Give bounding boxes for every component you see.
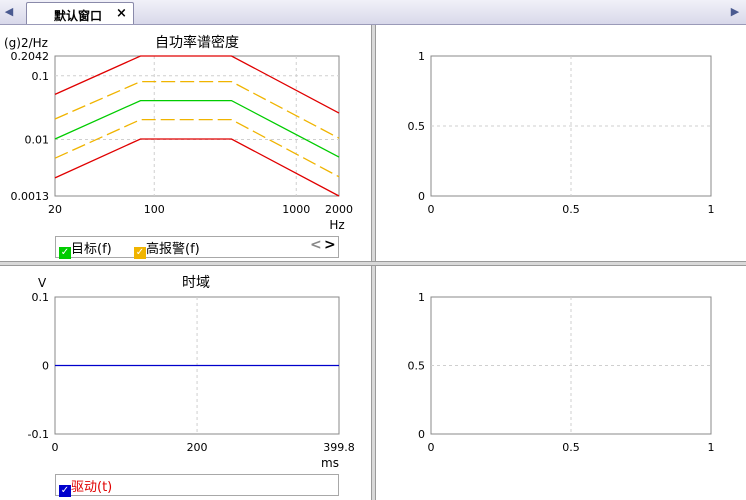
- y-tick-label: 0.1: [32, 70, 50, 83]
- y-tick-label: 0.1: [32, 291, 50, 304]
- tab-scroll-left-icon[interactable]: ◀: [2, 4, 16, 20]
- close-icon[interactable]: ×: [116, 6, 127, 21]
- x-tick-label: 0.5: [562, 441, 580, 454]
- y-tick-label: 0: [418, 428, 425, 441]
- x-tick-label: 399.8: [323, 441, 355, 454]
- x-tick-label: 0: [52, 441, 59, 454]
- time-pane: V 时域 ms 0 200 399.8 0.1 0 -0.1 ✓ 驱动(t): [0, 266, 371, 500]
- legend-item-drive[interactable]: ✓ 驱动(t): [59, 476, 112, 497]
- x-tick-label: 200: [187, 441, 208, 454]
- x-tick-label: 100: [144, 203, 165, 216]
- checkbox-checked-icon[interactable]: ✓: [134, 247, 146, 259]
- y-tick-label: 0.5: [408, 120, 426, 133]
- tab-label: 默认窗口: [54, 9, 103, 23]
- y-tick-label: 0: [42, 360, 49, 373]
- time-title: 时域: [182, 275, 210, 291]
- psd-y-axis-label: (g)2/Hz: [4, 36, 48, 50]
- empty-chart-pane-top: 0 0.5 1 1 0.5 0: [376, 25, 746, 261]
- x-tick-label: 0: [428, 203, 435, 216]
- x-tick-label: 1: [708, 441, 715, 454]
- x-tick-label: 2000: [325, 203, 353, 216]
- x-tick-label: 0.5: [562, 203, 580, 216]
- legend-next-icon[interactable]: >: [324, 237, 336, 253]
- y-tick-label: 0.0013: [11, 190, 50, 203]
- y-tick-label: 0.01: [25, 134, 50, 147]
- legend-target-label: 目标(f): [71, 242, 112, 257]
- tab-strip: ◀ 默认窗口 × ▶: [0, 0, 746, 25]
- tab-default-window[interactable]: 默认窗口 ×: [26, 2, 134, 24]
- y-tick-label: -0.1: [28, 428, 49, 441]
- x-tick-label: 0: [428, 441, 435, 454]
- time-chart: V 时域 ms 0 200 399.80.10-0.1: [28, 275, 355, 470]
- empty-chart-top: 0 0.5 1 1 0.5 0: [408, 50, 715, 216]
- checkbox-checked-icon[interactable]: ✓: [59, 247, 71, 259]
- time-legend: ✓ 驱动(t): [55, 474, 339, 497]
- time-x-axis-label: ms: [321, 456, 339, 470]
- x-tick-label: 1: [708, 203, 715, 216]
- psd-title: 自功率谱密度: [155, 34, 239, 51]
- legend-drive-label: 驱动(t): [71, 480, 113, 495]
- y-tick-label: 1: [418, 50, 425, 63]
- psd-pane: (g)2/Hz 自功率谱密度 Hz 20 100 1000 2000 0.2042 0.1…: [0, 25, 371, 261]
- psd-chart: (g)2/Hz 自功率谱密度 Hz 20 100 1000 2000 0.2042 0.1…: [4, 34, 353, 232]
- psd-legend: ✓ 目标(f) ✓ 高报警(f) < >: [55, 236, 339, 259]
- checkbox-checked-icon[interactable]: ✓: [59, 485, 71, 497]
- x-tick-label: 1000: [282, 203, 310, 216]
- y-tick-label: 0.2042: [11, 50, 50, 63]
- y-tick-label: 0: [418, 190, 425, 203]
- legend-alarm-label: 高报警(f): [146, 242, 200, 257]
- y-tick-label: 1: [418, 291, 425, 304]
- empty-chart-bottom: 0 0.5 1 1 0.5 0: [408, 291, 715, 454]
- psd-x-axis-label: Hz: [329, 218, 344, 232]
- tab-scroll-right-icon[interactable]: ▶: [728, 4, 742, 20]
- x-tick-label: 20: [48, 203, 62, 216]
- legend-prev-icon[interactable]: <: [310, 237, 322, 253]
- y-tick-label: 0.5: [408, 360, 426, 373]
- legend-item-high-alarm[interactable]: ✓ 高报警(f): [134, 238, 200, 259]
- time-y-axis-label: V: [38, 276, 47, 290]
- empty-chart-pane-bottom: 0 0.5 1 1 0.5 0: [376, 266, 746, 500]
- legend-item-target[interactable]: ✓ 目标(f): [59, 238, 112, 259]
